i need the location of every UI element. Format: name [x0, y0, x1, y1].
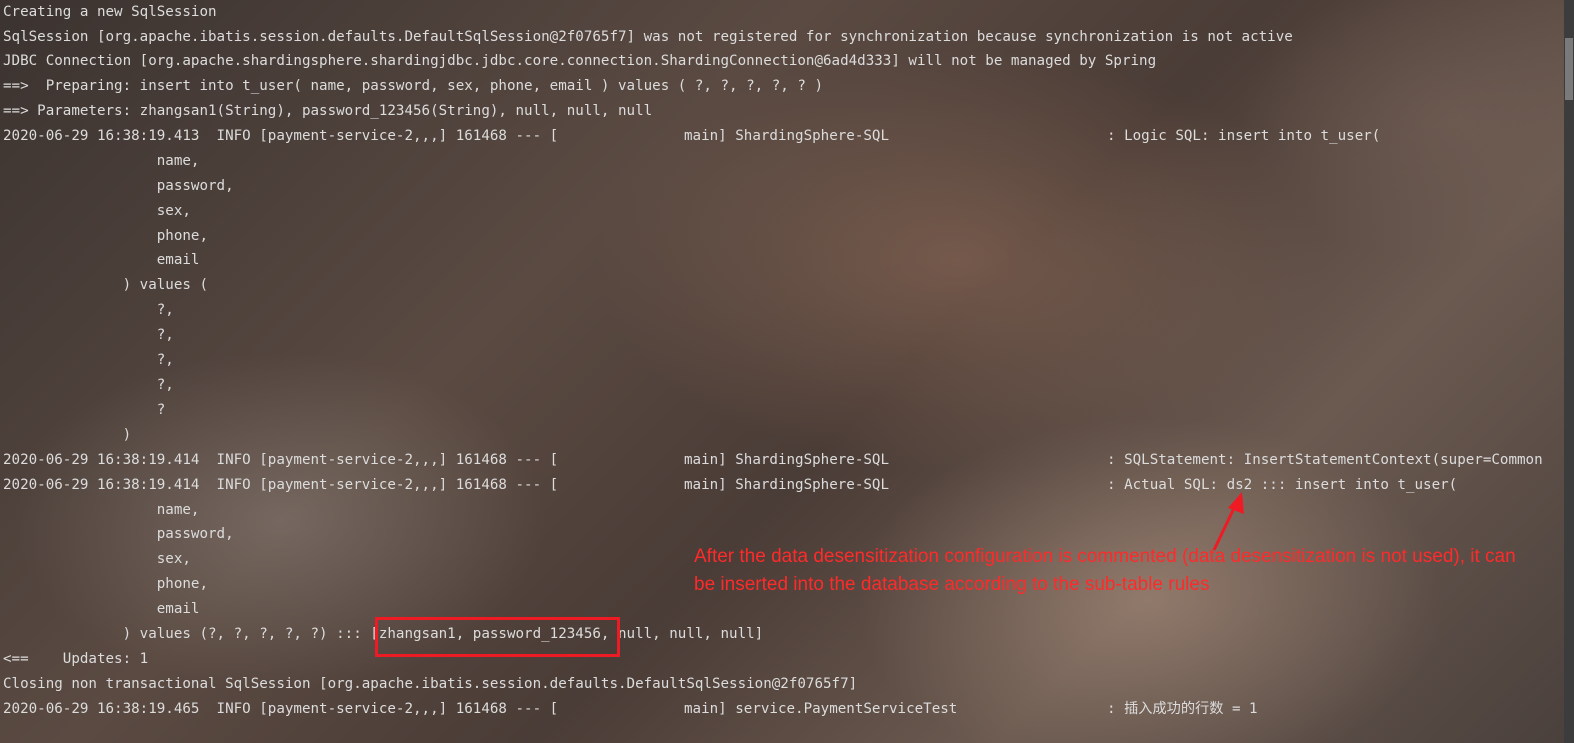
console-line: email	[3, 252, 200, 268]
console-line: phone,	[3, 228, 208, 244]
console-line: ==> Preparing: insert into t_user( name,…	[3, 78, 823, 94]
console-line: ?,	[3, 302, 174, 318]
log-entry-line: 2020-06-29 16:38:19.465 INFO [payment-se…	[3, 697, 1258, 722]
log-thread: main] ShardingSphere-SQL	[684, 452, 889, 468]
console-line: name,	[3, 502, 200, 518]
console-line: JDBC Connection [org.apache.shardingsphe…	[3, 53, 1157, 69]
console-line: Closing non transactional SqlSession [or…	[3, 676, 858, 692]
console-line: Creating a new SqlSession	[3, 4, 217, 20]
console-line: )	[3, 427, 132, 443]
log-entry-line: 2020-06-29 16:38:19.413 INFO [payment-se…	[3, 124, 1380, 149]
console-line: ?,	[3, 377, 174, 393]
console-line: password,	[3, 178, 234, 194]
log-message: : Actual SQL: ds2 ::: insert into t_user…	[1107, 477, 1458, 493]
log-entry-line: 2020-06-29 16:38:19.414 INFO [payment-se…	[3, 448, 1543, 473]
console-line: email	[3, 601, 200, 617]
console-line: phone,	[3, 576, 208, 592]
log-message: : 插入成功的行数 = 1	[1107, 701, 1258, 717]
log-prefix: 2020-06-29 16:38:19.414 INFO [payment-se…	[3, 477, 559, 493]
console-line: password,	[3, 526, 234, 542]
console-line: ) values (	[3, 277, 208, 293]
console-line: SqlSession [org.apache.ibatis.session.de…	[3, 29, 1293, 45]
log-thread: main] ShardingSphere-SQL	[684, 477, 889, 493]
log-message: : Logic SQL: insert into t_user(	[1107, 128, 1381, 144]
log-message: : SQLStatement: InsertStatementContext(s…	[1107, 452, 1543, 468]
annotation-text: After the data desensitization configura…	[694, 546, 1516, 595]
log-prefix: 2020-06-29 16:38:19.465 INFO [payment-se…	[3, 701, 559, 717]
log-thread: main] service.PaymentServiceTest	[684, 701, 958, 717]
console-line: name,	[3, 153, 200, 169]
vertical-scrollbar[interactable]	[1564, 0, 1574, 743]
console-line: sex,	[3, 203, 191, 219]
log-prefix: 2020-06-29 16:38:19.413 INFO [payment-se…	[3, 128, 559, 144]
console-line: ==> Parameters: zhangsan1(String), passw…	[3, 103, 653, 119]
log-prefix: 2020-06-29 16:38:19.414 INFO [payment-se…	[3, 452, 559, 468]
console-line: <== Updates: 1	[3, 651, 149, 667]
log-entry-line: 2020-06-29 16:38:19.414 INFO [payment-se…	[3, 473, 1457, 498]
scrollbar-thumb[interactable]	[1565, 38, 1573, 100]
console-output-panel: Creating a new SqlSession SqlSession [or…	[0, 0, 1574, 743]
console-line: ?	[3, 402, 166, 418]
log-thread: main] ShardingSphere-SQL	[684, 128, 889, 144]
console-line: sex,	[3, 551, 191, 567]
console-line: ?,	[3, 327, 174, 343]
console-line: ?,	[3, 352, 174, 368]
highlight-box	[375, 617, 620, 657]
